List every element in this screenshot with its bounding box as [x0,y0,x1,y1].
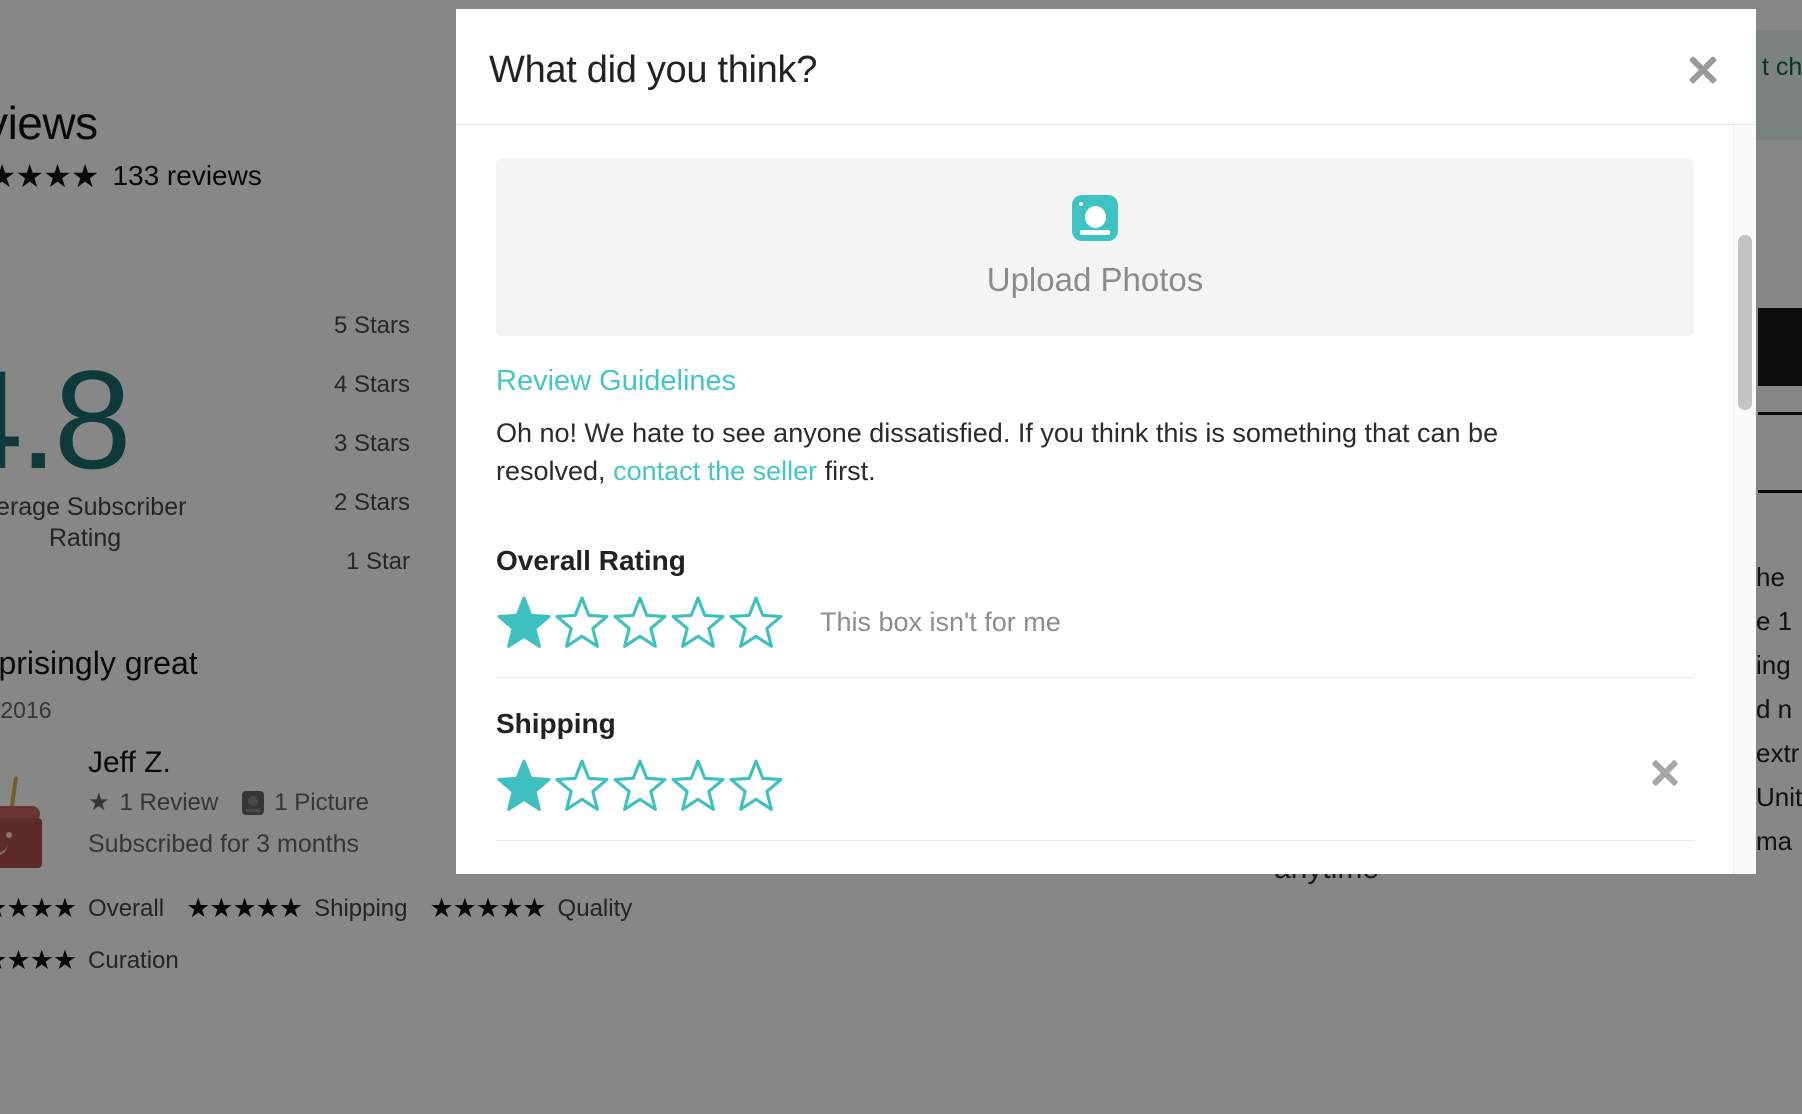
clear-shipping-rating-icon[interactable] [1648,756,1682,790]
upload-photos-dropzone[interactable]: Upload Photos [496,158,1694,336]
review-guidelines-link[interactable]: Review Guidelines [496,365,736,398]
rating-section-shipping: Shipping [496,676,1694,818]
modal-content: Upload Photos Review Guidelines Oh no! W… [456,125,1734,874]
modal-header: What did you think? [456,9,1756,125]
rating-label-shipping: Shipping [496,707,616,739]
star-rating-shipping[interactable] [496,759,784,813]
review-modal: What did you think? Upload Photos Review… [456,9,1756,874]
star-icon[interactable] [554,596,610,650]
star-icon[interactable] [670,759,726,813]
rating-row-shipping [496,754,1694,818]
contact-seller-link[interactable]: contact the seller [613,456,817,486]
camera-icon [1072,195,1118,241]
rating-label-quality: Quality of Products [496,871,1694,874]
star-icon[interactable] [554,759,610,813]
app-root: eviews ★★★★★ 133 reviews 4.8 verage Subs… [0,0,1802,1114]
star-icon[interactable] [496,596,552,650]
star-icon[interactable] [612,759,668,813]
modal-body: Upload Photos Review Guidelines Oh no! W… [456,125,1756,874]
rating-row-overall: This box isn't for me [496,591,1694,655]
star-rating-overall[interactable] [496,596,784,650]
rating-label-overall: Overall Rating [496,544,686,576]
modal-scrollbar-thumb[interactable] [1738,235,1752,410]
dissatisfied-notice: Oh no! We hate to see anyone dissatisfie… [496,414,1506,491]
rating-section-overall: Overall Rating This box isn't for me [496,515,1694,655]
modal-title: What did you think? [489,49,818,91]
star-icon[interactable] [728,759,784,813]
upload-photos-label: Upload Photos [986,261,1204,298]
star-icon[interactable] [670,596,726,650]
modal-scrollbar[interactable] [1733,125,1756,874]
star-icon[interactable] [612,596,668,650]
rating-hint-overall: This box isn't for me [820,607,1061,638]
close-icon[interactable] [1684,51,1722,89]
notice-text-after: first. [817,456,876,487]
star-icon[interactable] [728,596,784,650]
rating-section-quality: Quality of Products [496,839,1694,874]
star-icon[interactable] [496,759,552,813]
